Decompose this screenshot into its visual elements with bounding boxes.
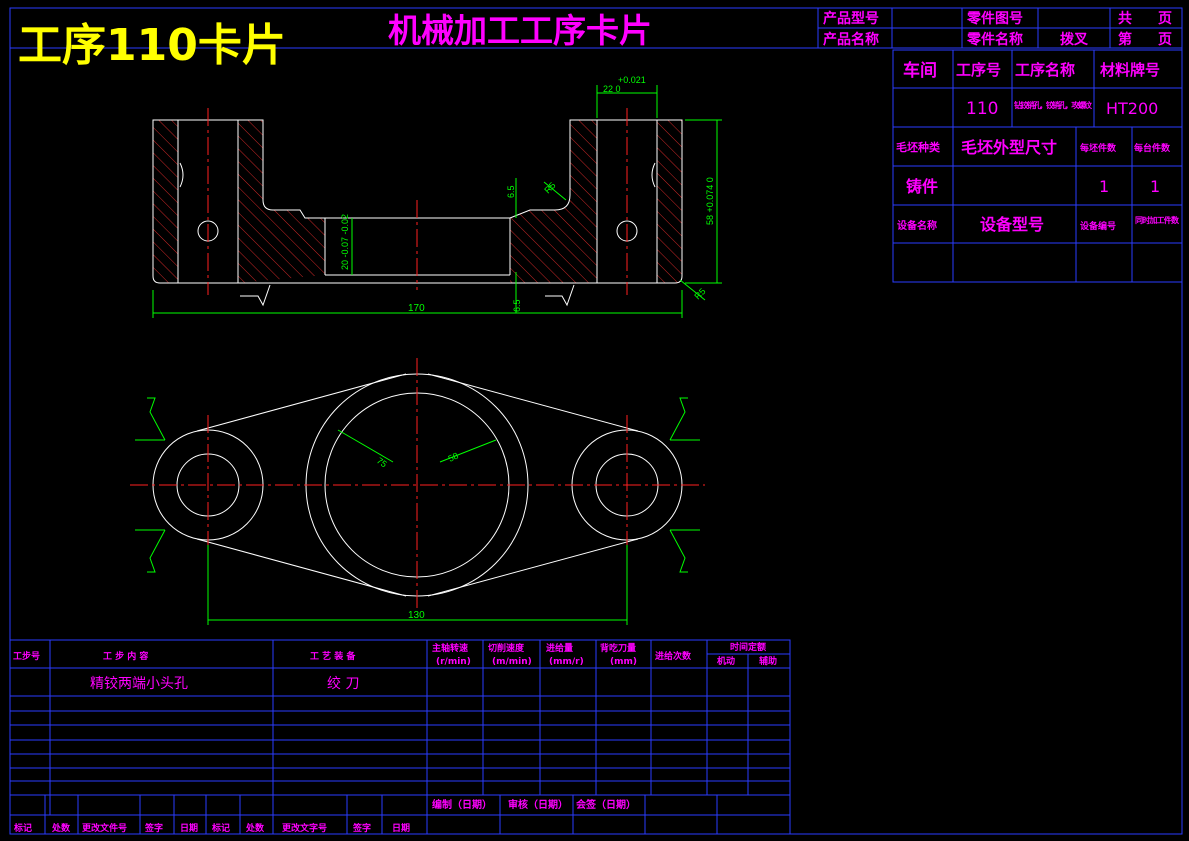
hdr-step-content: 工 步 内 容	[103, 650, 148, 662]
equipment-name-label: 设备名称	[897, 219, 937, 232]
footer-review: 审核（日期）	[508, 798, 568, 811]
hdr-depth: 背吃刀量	[600, 642, 636, 654]
part-name-value: 拨叉	[1060, 31, 1089, 48]
process-no-label: 工序号	[956, 61, 1001, 79]
hdr-passes: 进给次数	[655, 650, 692, 662]
footer-count: 处数	[51, 822, 71, 834]
workshop-label: 车间	[903, 60, 937, 81]
dim-hole: 20 -0.07 -0.02	[340, 214, 350, 270]
blank-type-label: 毛坯种类	[896, 140, 941, 154]
hdr-step-no: 工步号	[13, 650, 40, 662]
page-label-a: 第	[1118, 31, 1132, 48]
hdr-spindle-speed: 主轴转速	[432, 642, 468, 654]
process-name-value: 钻铰销孔，铰销孔，攻螺纹	[1014, 100, 1093, 110]
dim-22: 22 0	[603, 84, 621, 94]
hdr-auxiliary: 辅助	[759, 655, 777, 667]
footer-sign: 签字	[144, 822, 163, 834]
hdr-spindle-speed-unit: (r/min)	[436, 657, 471, 667]
row-1-equipment: 绞 刀	[327, 675, 359, 692]
dim-58-b: 58	[447, 451, 460, 464]
material-value: HT200	[1106, 99, 1158, 118]
footer-date: 日期	[180, 822, 198, 834]
hdr-cutting-speed-unit: (m/min)	[492, 657, 532, 667]
blanks-per-value: 1	[1099, 177, 1109, 196]
product-name-label: 产品名称	[823, 31, 879, 48]
total-label-b: 页	[1158, 11, 1172, 27]
part-drawing-no-label: 零件图号	[966, 10, 1023, 27]
hdr-equipment: 工 艺 装 备	[310, 650, 356, 662]
blank-size-label: 毛坯外型尺寸	[961, 138, 1057, 157]
footer-change-doc-2: 更改文字号	[282, 822, 327, 834]
total-label-a: 共	[1118, 10, 1132, 27]
process-no-value: 110	[966, 99, 998, 119]
dim-6-5-a: 6.5	[506, 185, 516, 198]
material-label: 材料牌号	[1100, 61, 1160, 79]
hdr-time-quota: 时间定额	[730, 641, 766, 653]
process-card-sheet: 工序110卡片 机械加工工序卡片 产品型号 产品名称 零件图号 零件名称 拨叉 …	[9, 7, 1183, 835]
footer-mark-2: 标记	[211, 822, 230, 834]
blank-type-value: 铸件	[906, 177, 938, 196]
row-1-content: 精铰两端小头孔	[90, 676, 188, 692]
dim-75: 75	[375, 455, 389, 469]
header: 工序110卡片 机械加工工序卡片 产品型号 产品名称 零件图号 零件名称 拨叉 …	[10, 8, 1182, 71]
dim-tol-top: +0.021	[618, 75, 646, 85]
info-table: 车间 工序号 工序名称 材料牌号 110 钻铰销孔，铰销孔，攻螺纹 HT200 …	[892, 49, 1183, 283]
process-name-label: 工序名称	[1015, 61, 1075, 79]
footer-change-doc: 更改文件号	[82, 822, 127, 834]
hdr-feed: 进给量	[546, 642, 573, 654]
steps-table: 工步号 工 步 内 容 工 艺 装 备 主轴转速 (r/min) 切削速度 (m…	[9, 639, 791, 835]
hdr-machine: 机动	[717, 655, 735, 667]
hdr-depth-unit: (mm)	[610, 657, 637, 667]
footer-sign-2: 签字	[352, 822, 371, 834]
card-title: 机械加工工序卡片	[388, 11, 652, 50]
big-title: 工序110卡片	[18, 20, 286, 71]
footer-date-2: 日期	[392, 822, 410, 834]
footer-count-2: 处数	[245, 822, 265, 834]
top-view	[130, 358, 705, 612]
part-name-label: 零件名称	[966, 31, 1023, 48]
footer-countersign: 会签（日期）	[576, 798, 636, 811]
dim-6-5-b: 6.5	[512, 299, 522, 312]
page-label-b: 页	[1158, 32, 1172, 48]
per-unit-value: 1	[1150, 177, 1160, 196]
equipment-model-label: 设备型号	[980, 215, 1044, 234]
footer-compile: 编制（日期）	[432, 798, 492, 811]
dim-130: 130	[408, 610, 425, 621]
per-unit-label: 每台件数	[1134, 142, 1171, 154]
simultaneous-label: 同时加工件数	[1135, 215, 1180, 225]
blanks-per-label: 每坯件数	[1080, 142, 1117, 154]
dim-r5-b: R5	[692, 286, 707, 301]
hdr-cutting-speed: 切削速度	[488, 642, 525, 654]
dim-170: 170	[408, 303, 425, 314]
hdr-feed-unit: (mm/r)	[549, 657, 584, 667]
equipment-no-label: 设备编号	[1080, 220, 1116, 232]
dim-58: 58 +0.074 0	[705, 177, 715, 225]
product-model-label: 产品型号	[823, 10, 879, 27]
front-view	[152, 108, 683, 307]
footer-mark: 标记	[13, 822, 32, 834]
